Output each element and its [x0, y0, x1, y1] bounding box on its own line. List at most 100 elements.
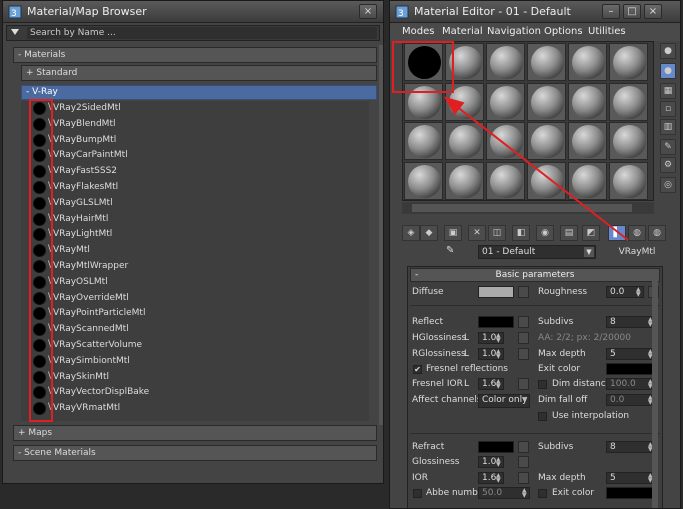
dim-falloff-spinner[interactable]: 0.0 ▲ ▼	[606, 394, 656, 406]
refract-maxdepth-spinner[interactable]: 5 ▲ ▼	[606, 472, 656, 484]
refract-exit-color-swatch[interactable]	[606, 487, 656, 499]
minimize-button[interactable]: –	[602, 4, 620, 19]
sample-slot[interactable]	[568, 82, 607, 121]
sample-slot[interactable]	[609, 82, 648, 121]
menu-material[interactable]: Material	[442, 26, 483, 37]
browser-titlebar[interactable]: 3 Material/Map Browser ×	[3, 1, 383, 23]
list-item[interactable]: \ VRaySkinMtl	[21, 370, 369, 386]
background-icon[interactable]: ▦	[660, 83, 676, 99]
vray-group[interactable]: - V-Ray	[21, 85, 377, 100]
affect-channels-dropdown[interactable]: Color only ▼	[478, 394, 530, 408]
abbe-spinner[interactable]: 50.0 ▲ ▼	[478, 487, 530, 499]
eyedropper-icon[interactable]: ✎	[446, 245, 458, 259]
show-shaded-icon[interactable]: ▤	[560, 225, 578, 241]
sample-slot[interactable]	[527, 122, 566, 160]
menu-utilities[interactable]: Utilities	[588, 26, 626, 37]
list-item[interactable]: \ VRayBumpMtl	[21, 133, 369, 149]
fresnel-checkbox[interactable]: ✔	[413, 365, 422, 374]
filter-dropdown-icon[interactable]	[11, 29, 19, 35]
rglossiness-spinner[interactable]: 1.0 ▲ ▼	[478, 348, 504, 360]
sample-slot[interactable]	[527, 161, 566, 200]
dim-distance-checkbox[interactable]	[538, 380, 547, 389]
reflect-subdivs-spinner[interactable]: 8 ▲ ▼	[606, 316, 656, 328]
go-forward-sibling-icon[interactable]: ◍	[628, 225, 646, 241]
ior-map-button[interactable]	[518, 472, 529, 484]
list-item[interactable]: \ VRayFlakesMtl	[21, 180, 369, 196]
reflect-maxdepth-spinner[interactable]: 5 ▲ ▼	[606, 348, 656, 360]
list-item[interactable]: \ VRayOverrideMtl	[21, 291, 369, 307]
put-to-scene-icon[interactable]: ◆	[420, 225, 438, 241]
list-item[interactable]: \ VRayOSLMtl	[21, 275, 369, 291]
use-interpolation-checkbox[interactable]	[538, 412, 547, 421]
sample-slot[interactable]	[404, 122, 443, 160]
maps-rollout[interactable]: + Maps	[13, 425, 377, 441]
diffuse-color-swatch[interactable]	[478, 286, 514, 298]
list-item[interactable]: \ VRayFastSSS2	[21, 164, 369, 180]
params-scrollbar[interactable]	[652, 269, 658, 508]
make-unique-icon[interactable]: ◫	[488, 225, 506, 241]
sample-uv-tiling-icon[interactable]: ▫	[660, 101, 676, 117]
close-button[interactable]: ×	[359, 4, 377, 19]
list-item[interactable]: \ VRaySimbiontMtl	[21, 354, 369, 370]
hglossiness-spinner[interactable]: 1.0 ▲ ▼	[478, 332, 504, 344]
select-by-material-icon[interactable]: ◎	[660, 177, 676, 193]
material-type-button[interactable]: VRayMtl	[600, 245, 674, 259]
pick-material-icon[interactable]: ◍	[648, 225, 666, 241]
go-to-parent-icon[interactable]: ▌	[608, 225, 626, 241]
close-button[interactable]: ×	[644, 4, 662, 19]
put-to-library-icon[interactable]: ◧	[512, 225, 530, 241]
sample-slot[interactable]	[609, 122, 648, 160]
sample-slot[interactable]	[609, 161, 648, 200]
list-item[interactable]: \ VRayPointParticleMtl	[21, 306, 369, 322]
list-item[interactable]: \ VRayLightMtl	[21, 227, 369, 243]
list-item[interactable]: \ VRayBlendMtl	[21, 117, 369, 133]
hgloss-lock-button[interactable]: L	[464, 333, 475, 345]
diffuse-map-button[interactable]	[518, 286, 529, 298]
make-preview-icon[interactable]: ✎	[660, 139, 676, 155]
rgloss-lock-button[interactable]: L	[464, 349, 475, 361]
chevron-down-icon[interactable]: ▼	[584, 247, 594, 257]
scene-materials-rollout[interactable]: - Scene Materials	[13, 445, 377, 461]
fresnelior-spinner[interactable]: 1.6 ▲ ▼	[478, 378, 504, 390]
list-item[interactable]: \ VRay2SidedMtl	[21, 101, 369, 117]
list-item[interactable]: \ VRayMtlWrapper	[21, 259, 369, 275]
sample-slot[interactable]	[404, 161, 443, 200]
show-end-result-icon[interactable]: ◩	[582, 225, 600, 241]
list-item[interactable]: \ VRayVectorDisplBake	[21, 385, 369, 401]
reset-map-icon[interactable]: ✕	[468, 225, 486, 241]
list-item[interactable]: \ VRayVRmatMtl	[21, 401, 369, 417]
sample-slot[interactable]	[486, 122, 525, 160]
assign-to-selection-icon[interactable]: ▣	[444, 225, 462, 241]
list-item[interactable]: \ VRayCarPaintMtl	[21, 148, 369, 164]
backlight-icon[interactable]: ●	[660, 63, 676, 79]
list-item[interactable]: \ VRayScatterVolume	[21, 338, 369, 354]
abbe-checkbox[interactable]	[413, 489, 422, 498]
reflect-exit-color-swatch[interactable]	[606, 363, 656, 375]
slots-horizontal-scrollbar[interactable]	[402, 202, 654, 214]
scroll-thumb[interactable]	[412, 204, 632, 212]
sample-slot[interactable]	[568, 161, 607, 200]
sample-slot[interactable]	[486, 82, 525, 121]
list-item[interactable]: \ VRayScannedMtl	[21, 322, 369, 338]
list-item[interactable]: \ VRayHairMtl	[21, 212, 369, 228]
roughness-spinner[interactable]: 0.0 ▲ ▼	[606, 286, 644, 298]
browser-scrollbar[interactable]	[379, 45, 383, 425]
material-id-icon[interactable]: ◉	[536, 225, 554, 241]
ior-spinner[interactable]: 1.6 ▲ ▼	[478, 472, 504, 484]
sample-slot[interactable]	[445, 161, 484, 200]
glossiness-spinner[interactable]: 1.0 ▲ ▼	[478, 456, 504, 468]
fresnelior-lock-button[interactable]: L	[464, 379, 475, 391]
list-item[interactable]: \ VRayGLSLMtl	[21, 196, 369, 212]
menu-navigation[interactable]: Navigation	[487, 26, 541, 37]
sample-type-icon[interactable]: ●	[660, 43, 676, 59]
glossiness-map-button[interactable]	[518, 456, 529, 468]
sample-slot[interactable]	[568, 43, 607, 81]
sample-slot[interactable]	[609, 43, 648, 81]
sample-slot[interactable]	[527, 82, 566, 121]
hgloss-map-button[interactable]	[518, 332, 529, 344]
refract-map-button[interactable]	[518, 441, 529, 453]
refract-color-swatch[interactable]	[478, 441, 514, 453]
options-icon[interactable]: ⚙	[660, 157, 676, 173]
get-material-icon[interactable]: ◈	[402, 225, 420, 241]
sample-slot[interactable]	[568, 122, 607, 160]
